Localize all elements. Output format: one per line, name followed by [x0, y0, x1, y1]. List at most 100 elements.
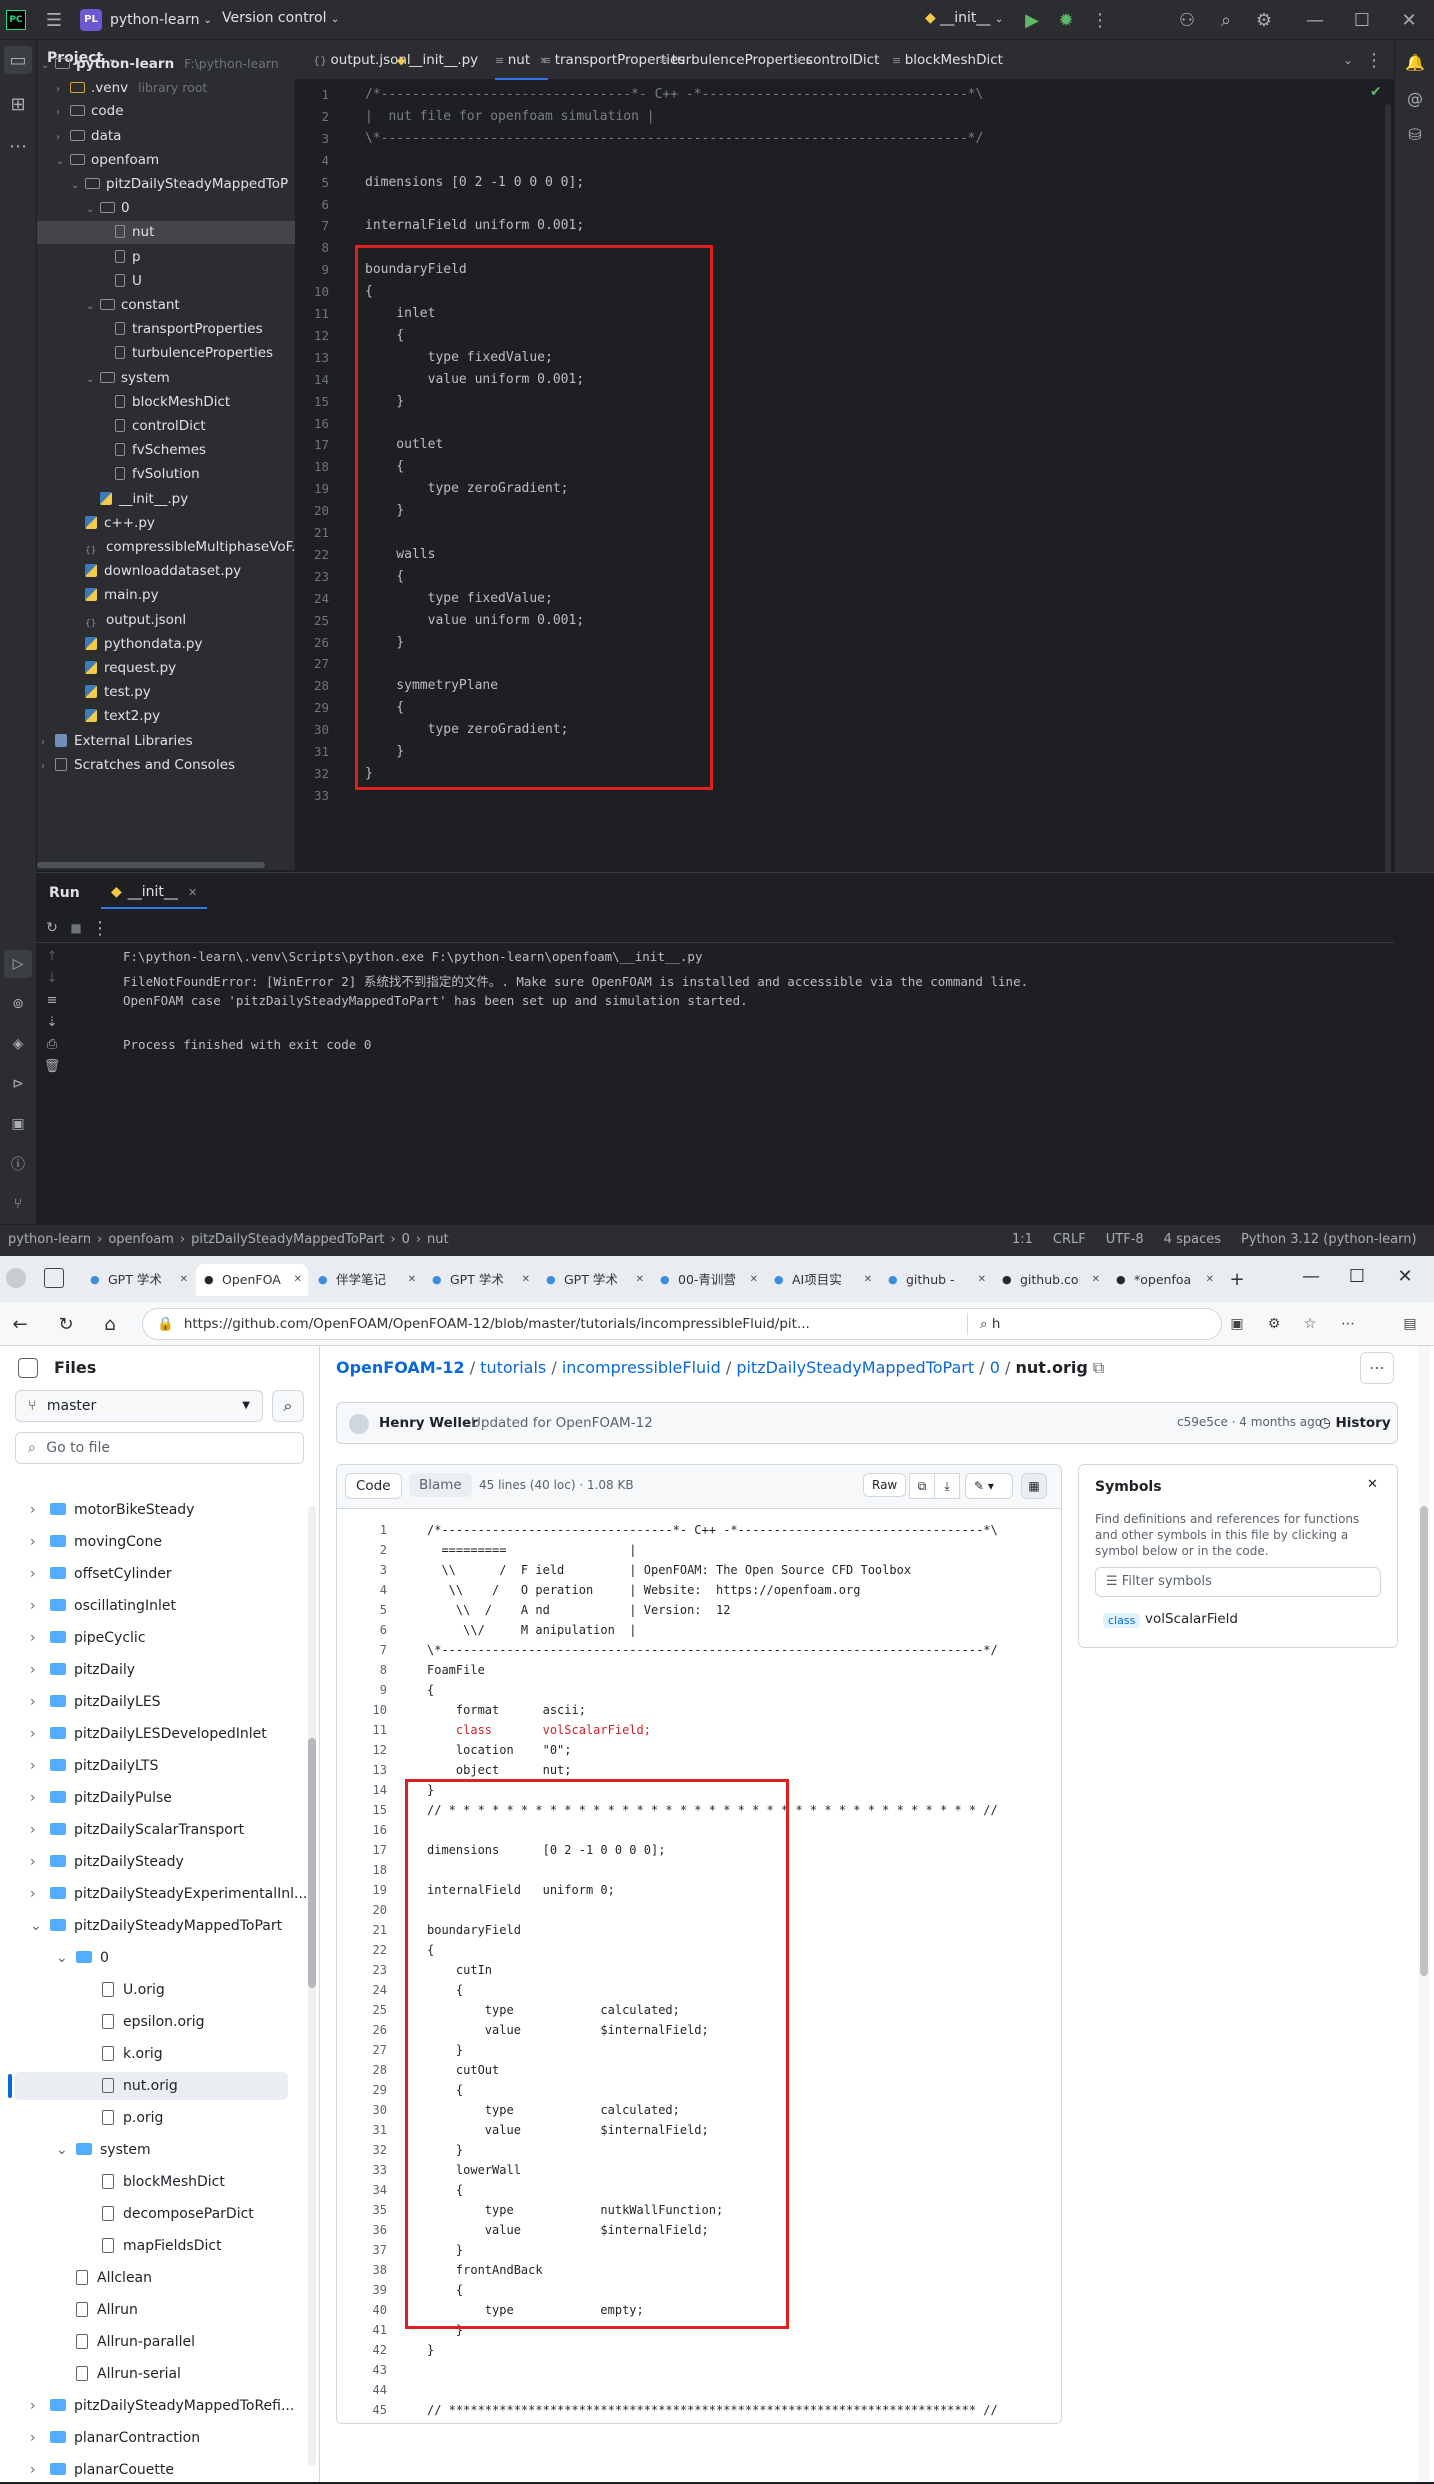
settings-gear-icon[interactable]: ⚙: [1252, 8, 1276, 32]
close-icon[interactable]: ✕: [522, 1264, 530, 1296]
close-icon[interactable]: ✕: [750, 1264, 758, 1296]
tree-item[interactable]: pythondata.py: [71, 633, 202, 656]
tree-item[interactable]: turbulenceProperties: [101, 342, 273, 365]
chevron-right-icon[interactable]: ›: [41, 731, 55, 754]
line-number[interactable]: 18: [337, 1863, 387, 1877]
tree-item[interactable]: ⌄ openfoam: [56, 149, 159, 172]
history-button[interactable]: ◷ History: [1319, 1415, 1391, 1431]
tree-item[interactable]: U: [101, 270, 142, 293]
run-tool-icon[interactable]: ▷: [4, 950, 32, 978]
breadcrumb-link[interactable]: OpenFOAM-12: [336, 1358, 465, 1377]
close-icon[interactable]: ✕: [1092, 1264, 1100, 1296]
more-icon[interactable]: ⋮: [89, 917, 111, 939]
stop-icon[interactable]: ■: [65, 917, 87, 939]
file-tree-item[interactable]: › movingCone: [30, 1528, 162, 1556]
terminal-icon[interactable]: ▣: [4, 1110, 32, 1138]
copy-path-icon[interactable]: ⧉: [1088, 1358, 1104, 1377]
chevron-down-icon[interactable]: ⌄: [86, 198, 100, 221]
file-tree-item[interactable]: › pitzDailySteady: [30, 1848, 184, 1876]
avatar[interactable]: [349, 1414, 369, 1434]
close-icon[interactable]: ✕: [636, 1264, 644, 1296]
line-number[interactable]: 2: [337, 1543, 387, 1557]
line-number[interactable]: 4: [337, 1583, 387, 1597]
close-icon[interactable]: ✕: [864, 1264, 872, 1296]
more-options-button[interactable]: ⋯: [1360, 1352, 1394, 1384]
tree-item[interactable]: __init__.py: [86, 488, 188, 511]
chevron-right-icon[interactable]: ›: [30, 1880, 50, 1908]
refresh-icon[interactable]: ↻: [52, 1312, 80, 1336]
file-tree-item[interactable]: ⌄ 0: [56, 1944, 109, 1972]
chevron-down-icon[interactable]: ⌄: [30, 1912, 50, 1940]
page-scrollbar-thumb[interactable]: [1420, 1506, 1428, 1976]
browser-tab[interactable]: ● github.co ✕: [994, 1264, 1106, 1296]
line-number[interactable]: 20: [337, 1903, 387, 1917]
chevron-right-icon[interactable]: ›: [56, 126, 70, 149]
code-tab[interactable]: Code: [345, 1473, 402, 1499]
line-number[interactable]: 9: [337, 1683, 387, 1697]
editor-tab[interactable]: ≡ nut ✕: [495, 40, 548, 80]
file-tree-item[interactable]: decomposeParDict: [82, 2200, 254, 2228]
line-number[interactable]: 36: [337, 2223, 387, 2237]
horizontal-scrollbar[interactable]: [37, 862, 265, 868]
layers-icon[interactable]: ◈: [4, 1030, 32, 1058]
tab-actions-icon[interactable]: [44, 1268, 64, 1288]
commit-message[interactable]: Updated for OpenFOAM-12: [471, 1415, 653, 1431]
chevron-right-icon[interactable]: ›: [30, 1752, 50, 1780]
line-number[interactable]: 44: [337, 2383, 387, 2397]
line-number[interactable]: 29: [337, 2083, 387, 2097]
file-tree-item[interactable]: › offsetCylinder: [30, 1560, 172, 1588]
file-tree-item[interactable]: Allclean: [56, 2264, 152, 2292]
line-number[interactable]: 14: [337, 1783, 387, 1797]
git-icon[interactable]: ⑂: [4, 1190, 32, 1218]
more-tools-icon[interactable]: ⋯: [4, 132, 32, 160]
close-icon[interactable]: ✕: [978, 1264, 986, 1296]
tree-item[interactable]: ⌄ pitzDailySteadyMappedToP: [71, 173, 288, 196]
run-icon[interactable]: ▶: [1020, 8, 1044, 32]
close-icon[interactable]: ✕: [188, 886, 197, 899]
page-scrollbar[interactable]: [1418, 1346, 1430, 2482]
home-icon[interactable]: ⌂: [96, 1312, 124, 1336]
line-number[interactable]: 25: [337, 2003, 387, 2017]
line-number[interactable]: 1: [337, 1523, 387, 1537]
python-interpreter[interactable]: Python 3.12 (python-learn): [1241, 1232, 1417, 1247]
file-tree-item[interactable]: › pitzDailyScalarTransport: [30, 1816, 244, 1844]
line-number[interactable]: 19: [337, 1883, 387, 1897]
tree-item[interactable]: › code: [56, 100, 124, 123]
chevron-right-icon[interactable]: ›: [30, 1784, 50, 1812]
file-tree-item[interactable]: Allrun: [56, 2296, 138, 2324]
chevron-down-icon[interactable]: ⌄: [86, 368, 100, 391]
sidebar-toggle-icon[interactable]: ▤: [1396, 1312, 1424, 1336]
tree-item[interactable]: › Scratches and Consoles: [41, 754, 235, 777]
close-icon[interactable]: ✕: [1367, 1477, 1378, 1492]
file-tree-item[interactable]: › planarContraction: [30, 2424, 200, 2452]
status-breadcrumb-item[interactable]: nut: [427, 1232, 449, 1247]
line-number[interactable]: 3: [337, 1563, 387, 1577]
line-number[interactable]: 15: [337, 1803, 387, 1817]
close-icon[interactable]: ✕: [180, 1264, 188, 1296]
file-tree-item[interactable]: Allrun-serial: [56, 2360, 181, 2388]
project-widget[interactable]: PL python-learn ⌄: [80, 8, 212, 32]
extension2-icon[interactable]: ⚙: [1262, 1312, 1286, 1336]
chevron-down-icon[interactable]: ⌄: [41, 54, 55, 77]
problems-icon[interactable]: ⓘ: [4, 1150, 32, 1178]
file-tree-item[interactable]: nut.orig: [8, 2072, 288, 2100]
status-breadcrumb-item[interactable]: python-learn: [8, 1232, 91, 1247]
line-number[interactable]: 24: [337, 1983, 387, 1997]
file-encoding[interactable]: UTF-8: [1106, 1232, 1144, 1247]
edit-icon[interactable]: ✎ ▾: [965, 1473, 1013, 1499]
line-number[interactable]: 17: [337, 1843, 387, 1857]
line-number[interactable]: 35: [337, 2203, 387, 2217]
chevron-right-icon[interactable]: ›: [56, 78, 70, 101]
line-number[interactable]: 8: [337, 1663, 387, 1677]
down-arrow-icon[interactable]: ↓: [41, 967, 63, 989]
tree-item[interactable]: controlDict: [101, 415, 206, 438]
branch-selector[interactable]: ⑂ master ▼: [15, 1390, 263, 1422]
file-tree-item[interactable]: › oscillatingInlet: [30, 1592, 176, 1620]
line-number[interactable]: 21: [337, 1923, 387, 1937]
line-number[interactable]: 7: [337, 1643, 387, 1657]
add-user-icon[interactable]: ⚇: [1175, 8, 1199, 32]
up-arrow-icon[interactable]: ↑: [41, 945, 63, 967]
file-tree-item[interactable]: › planarCouette: [30, 2456, 174, 2484]
symbol-name[interactable]: volScalarField: [1145, 1611, 1238, 1627]
chevron-right-icon[interactable]: ›: [30, 2424, 50, 2452]
